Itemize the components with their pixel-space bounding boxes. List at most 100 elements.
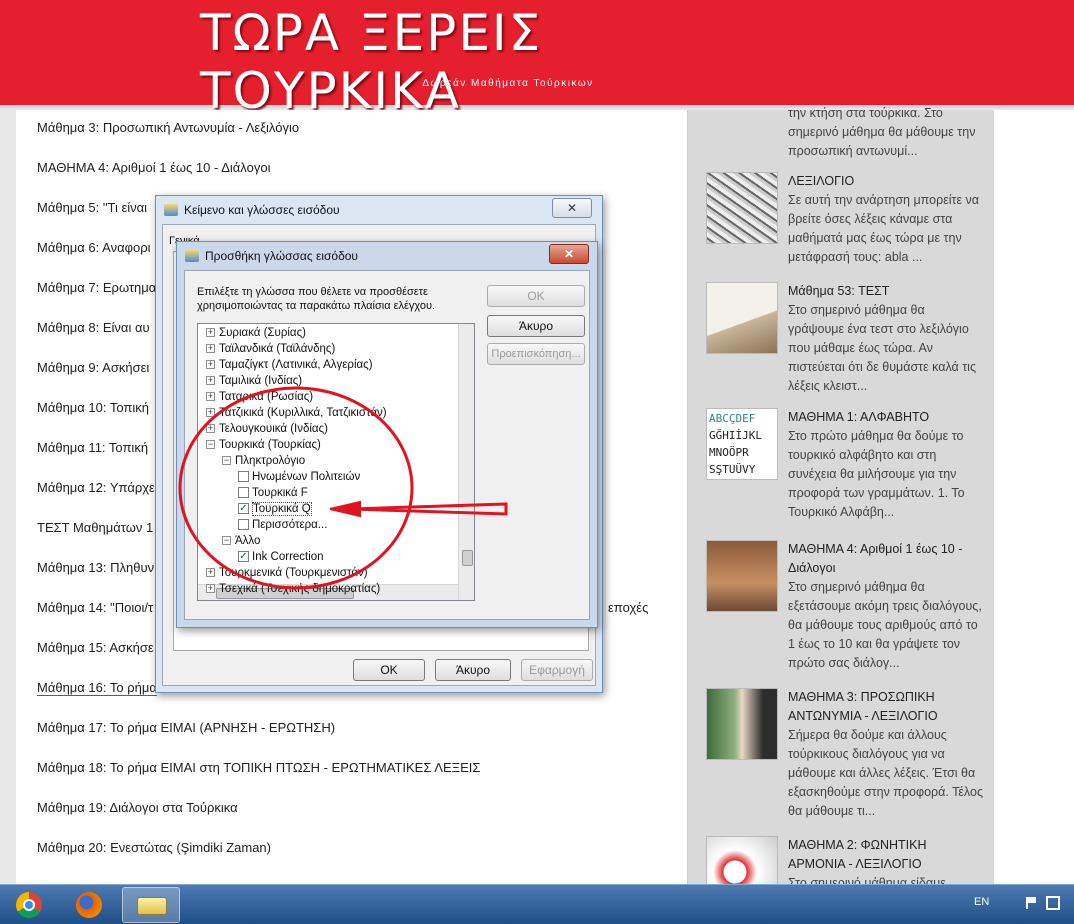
post-link[interactable]: Μάθημα 3: Προσωπική Αντωνυμία - Λεξιλόγι… (37, 120, 299, 135)
ok-button[interactable]: ΟΚ (487, 285, 585, 307)
close-button[interactable]: ✕ (549, 244, 589, 264)
collapse-icon[interactable]: − (206, 440, 215, 450)
expand-icon[interactable]: + (206, 568, 215, 578)
post-link[interactable]: Μάθημα 8: Είναι αυ (37, 320, 150, 335)
collapse-icon[interactable]: − (222, 456, 231, 466)
keyboard-settings-icon[interactable] (122, 887, 180, 923)
sidebar-entry-title[interactable]: Μάθημα 53: ΤΕΣΤ (788, 282, 984, 301)
sidebar-entry-title[interactable]: ΛΕΞΙΛΟΓΙΟ (788, 172, 984, 191)
post-link[interactable]: Μάθημα 7: Ερωτημα (37, 280, 156, 295)
language-option[interactable]: ✓ Ink Correction (238, 550, 324, 565)
post-link[interactable]: Μάθημα 18: Το ρήμα ΕΙΜΑΙ στη ΤΟΠΙΚΗ ΠΤΩΣ… (37, 760, 480, 775)
alphabet-row: ABCÇDEF (709, 412, 756, 425)
post-link[interactable]: Μάθημα 6: Αναφορι (37, 240, 151, 255)
language-indicator[interactable]: EN (974, 896, 989, 908)
language-option[interactable]: Τουρκικά F (238, 486, 308, 501)
keyboard-icon (185, 250, 199, 262)
sidebar-entry-title[interactable]: ΜΑΘΗΜΑ 1: ΑΛΦΑΒΗΤΟ (788, 408, 984, 427)
expand-icon[interactable]: + (206, 424, 215, 434)
alphabet-thumbnail-icon[interactable]: ABCÇDEF GĞHIİJKL MNOÖPR SŞTUÜVY (706, 408, 778, 480)
network-icon[interactable] (1046, 896, 1060, 910)
tree-node-label: Ταταρικά (Ρωσίας) (219, 391, 314, 403)
words-thumbnail-icon[interactable] (706, 172, 778, 244)
sidebar-entry-title[interactable]: ΜΑΘΗΜΑ 3: ΠΡΟΣΩΠΙΚΗ ΑΝΤΩΝΥΜΙΑ - ΛΕΞΙΛΟΓΙ… (788, 688, 984, 726)
expand-icon[interactable]: + (206, 328, 215, 338)
tree-node[interactable]: − Άλλο (222, 534, 260, 549)
post-link[interactable]: Μάθημα 13: Πληθυν (37, 560, 154, 575)
tree-node-label: Ταμαζίγκτ (Λατινικά, Αλγερίας) (219, 359, 373, 371)
tree-node[interactable]: + Ταμιλικά (Ινδίας) (206, 374, 302, 389)
sidebar-entry-snippet: Στο σημερινό μάθημα θα εξετάσουμε ακόμη … (788, 580, 982, 670)
tree-node[interactable]: − Πληκτρολόγιο (222, 454, 305, 469)
tree-node-label: Συριακά (Συρίας) (219, 327, 306, 339)
tree-node-label: Ink Correction (252, 551, 324, 563)
tree-node-label: Ταμιλικά (Ινδίας) (219, 375, 303, 387)
cancel-button[interactable]: Άκυρο (435, 659, 511, 681)
preview-button[interactable]: Προεπισκόπηση... (487, 343, 585, 365)
expand-icon[interactable]: + (206, 584, 215, 594)
expand-icon[interactable]: + (206, 376, 215, 386)
classroom-thumbnail-icon[interactable] (706, 540, 778, 612)
apply-button[interactable]: Εφαρμογή (521, 659, 593, 681)
post-link[interactable]: Μάθημα 5: "Τι είναι (37, 200, 147, 215)
site-subtitle: Δωρεάν Μαθήματα Τούρκικων (422, 78, 594, 89)
post-link[interactable]: ΤΕΣΤ Μαθημάτων 1 (37, 520, 153, 535)
chrome-icon[interactable] (4, 887, 54, 923)
post-link[interactable]: Μάθημα 20: Ενεστώτας (Şimdiki Zaman) (37, 840, 271, 855)
scroll-thumb[interactable] (462, 550, 473, 566)
tree-node-label: Περισσότερα... (252, 519, 328, 531)
ok-button[interactable]: ΟΚ (353, 659, 425, 681)
language-option[interactable]: Περισσότερα... (238, 518, 327, 533)
tree-node[interactable]: + Τελουγκουικά (Ινδίας) (206, 422, 328, 437)
post-link[interactable]: Μάθημα 19: Διάλογοι στα Τούρκικα (37, 800, 238, 815)
site-title[interactable]: ΤΩΡΑ ΞΕΡΕΙΣ ΤΟΥΡΚΙΚΑ (200, 4, 820, 120)
expand-icon[interactable]: + (206, 344, 215, 354)
post-link[interactable]: Μάθημα 10: Τοπική (37, 400, 149, 415)
tree-node[interactable]: + Τσεχικά (Τσεχικής δημοκρατίας) (206, 582, 380, 597)
tree-node[interactable]: + Τουρκμενικά (Τουρκμενιστάν) (206, 566, 368, 581)
expand-icon[interactable]: + (206, 408, 215, 418)
tree-node[interactable]: + Ταταρικά (Ρωσίας) (206, 390, 313, 405)
tree-node[interactable]: + Ταϊλανδικά (Ταϊλάνδης) (206, 342, 335, 357)
post-link[interactable]: Μάθημα 11: Τοπική (37, 440, 148, 455)
tree-node-label: Τουρκικά Q (252, 502, 312, 516)
post-link[interactable]: ΜΑΘΗΜΑ 4: Αριθμοί 1 έως 10 - Διάλογοι (37, 160, 270, 175)
checkbox[interactable] (238, 487, 249, 499)
firefox-icon[interactable] (64, 887, 114, 923)
test-paper-thumbnail-icon[interactable] (706, 282, 778, 354)
post-link[interactable]: Μάθημα 14: "Ποιοι/τ (37, 600, 153, 615)
tree-node[interactable]: − Τουρκικά (Τουρκίας) (206, 438, 321, 453)
post-link[interactable]: Μάθημα 15: Ασκήσε (37, 640, 154, 655)
teacher-thumbnail-icon[interactable] (706, 688, 778, 760)
sidebar-entry-title[interactable]: ΜΑΘΗΜΑ 2: ΦΩΝΗΤΙΚΗ ΑΡΜΟΝΙΑ - ΛΕΞΙΛΟΓΙΟ (788, 836, 984, 874)
expand-icon[interactable]: + (206, 360, 215, 370)
language-tree[interactable]: + Συριακά (Συρίας) + Ταϊλανδικά (Ταϊλάνδης)… (197, 323, 475, 601)
language-option[interactable]: ✓ Τουρκικά Q (238, 502, 312, 517)
post-link[interactable]: Μάθημα 16: Το ρήμα (37, 680, 157, 696)
tree-node[interactable]: + Τατζικικά (Κυριλλικά, Τατζικιστάν) (206, 406, 387, 421)
tree-node-label: Ταϊλανδικά (Ταϊλάνδης) (219, 343, 336, 355)
page-margin (994, 110, 1074, 890)
checkbox[interactable] (238, 519, 249, 531)
checkbox[interactable]: ✓ (238, 551, 249, 563)
post-link[interactable]: Μάθημα 17: Το ρήμα ΕΙΜΑΙ (ΑΡΝΗΣΗ - ΕΡΩΤΗ… (37, 720, 335, 735)
language-option[interactable]: Ηνωμένων Πολιτειών (238, 470, 360, 485)
tree-node-label: Τουρκικά (Τουρκίας) (219, 439, 321, 451)
post-link-fragment[interactable]: εποχές (608, 600, 648, 615)
sidebar-popular-posts: την κτήση στα τούρκικα. Στο σημερινό μάθ… (688, 106, 994, 908)
tree-vertical-scrollbar[interactable] (458, 324, 474, 600)
expand-icon[interactable]: + (206, 392, 215, 402)
checkbox[interactable]: ✓ (238, 503, 249, 515)
post-link[interactable]: Μάθημα 12: Υπάρχε (37, 480, 155, 495)
tree-node[interactable]: + Συριακά (Συρίας) (206, 326, 306, 341)
collapse-icon[interactable]: − (222, 536, 231, 546)
tree-node-label: Πληκτρολόγιο (235, 455, 306, 467)
cancel-button[interactable]: Άκυρο (487, 315, 585, 337)
checkbox[interactable] (238, 471, 249, 483)
sidebar-entry-title[interactable]: ΜΑΘΗΜΑ 4: Αριθμοί 1 έως 10 - Διάλογοι (788, 540, 984, 578)
post-link[interactable]: Μάθημα 9: Ασκήσει (37, 360, 149, 375)
close-button[interactable]: ✕ (552, 198, 592, 218)
flag-icon[interactable] (1026, 897, 1036, 909)
sidebar-entry-snippet: Στο σημερινό μάθημα θα γράψουμε ένα τεστ… (788, 303, 976, 393)
tree-node[interactable]: + Ταμαζίγκτ (Λατινικά, Αλγερίας) (206, 358, 373, 373)
